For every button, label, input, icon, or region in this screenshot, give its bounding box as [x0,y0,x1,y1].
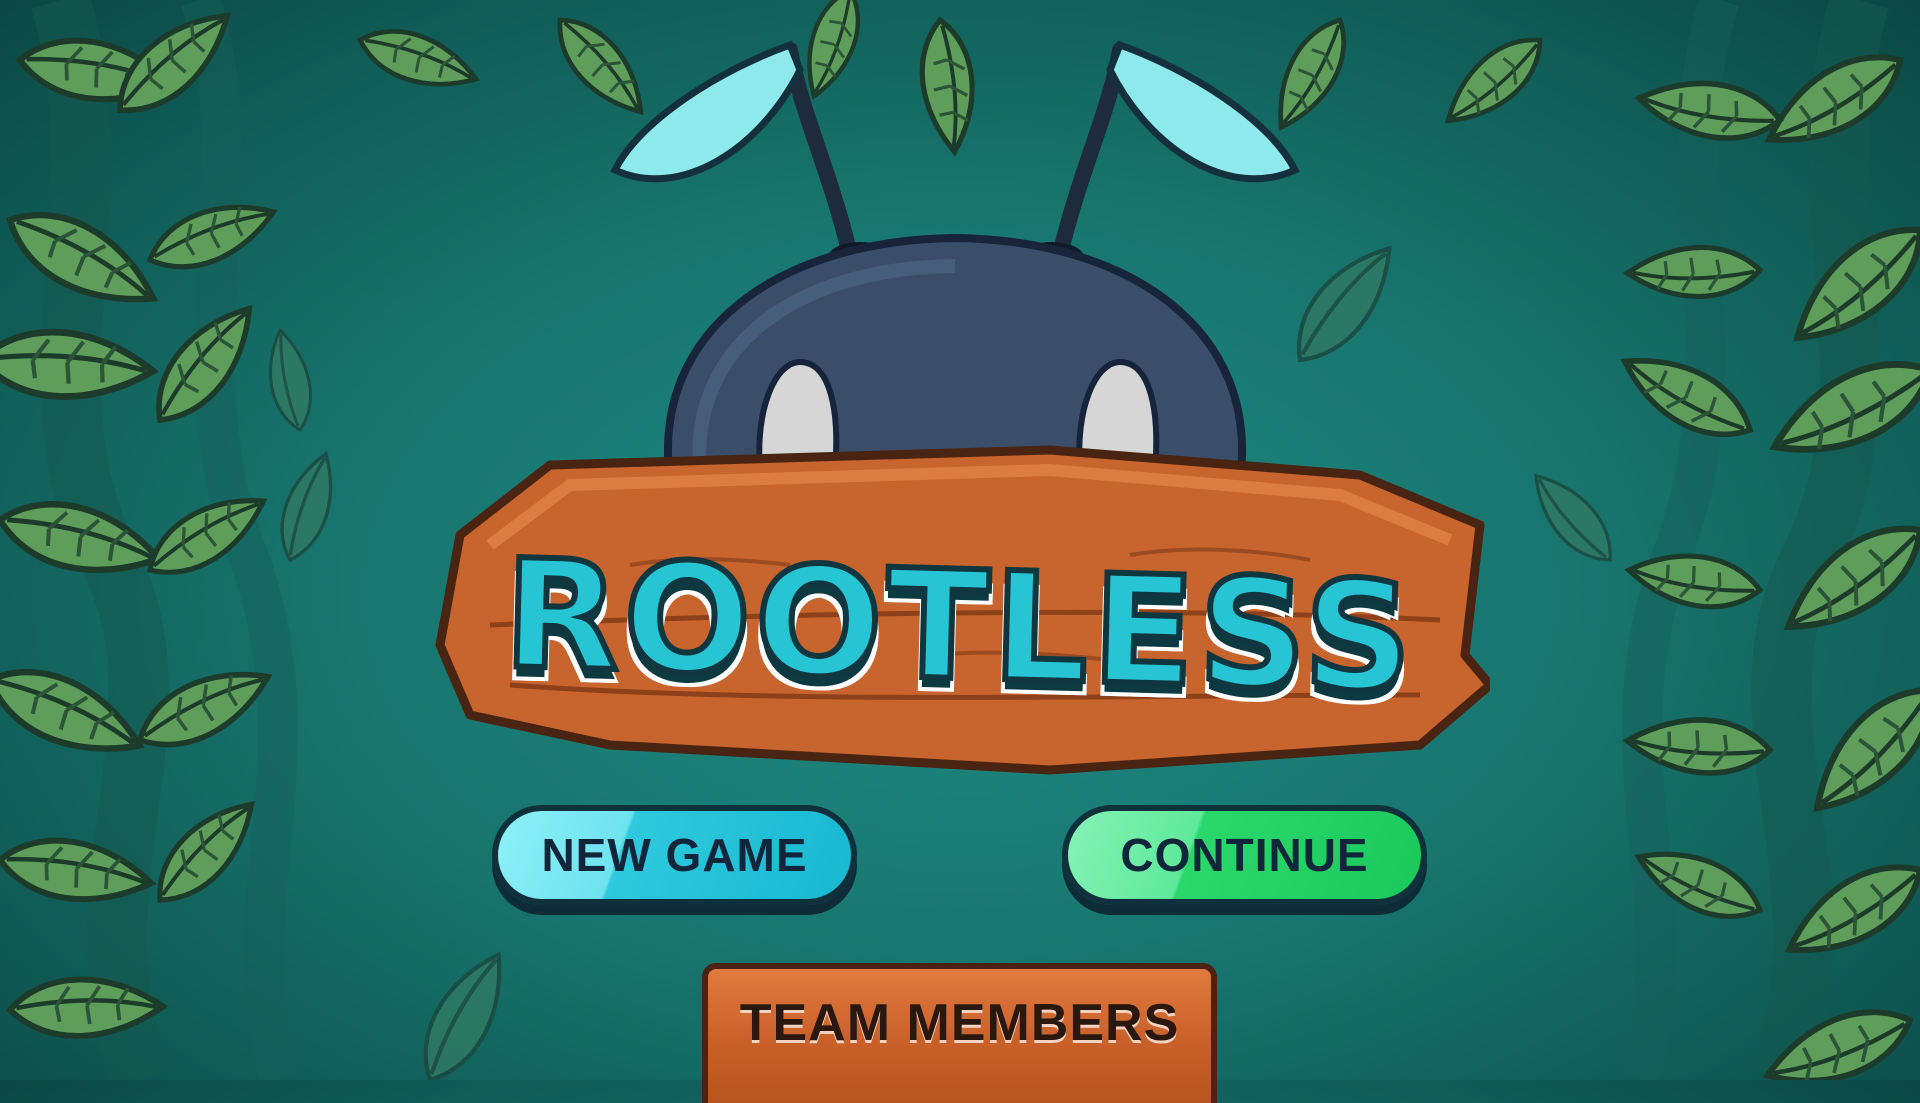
title-sign: ROOTLESS [430,445,1490,775]
new-game-button[interactable]: NEW GAME [492,805,857,905]
title-screen: ROOTLESS NEW GAME CONTINUE TEAM MEMBERS [0,0,1920,1103]
team-members-button[interactable]: TEAM MEMBERS [702,963,1217,1103]
continue-button[interactable]: CONTINUE [1062,805,1427,905]
new-game-label: NEW GAME [541,829,808,881]
continue-label: CONTINUE [1120,829,1369,881]
team-members-label: TEAM MEMBERS [739,994,1180,1052]
game-title: ROOTLESS [499,525,1421,729]
